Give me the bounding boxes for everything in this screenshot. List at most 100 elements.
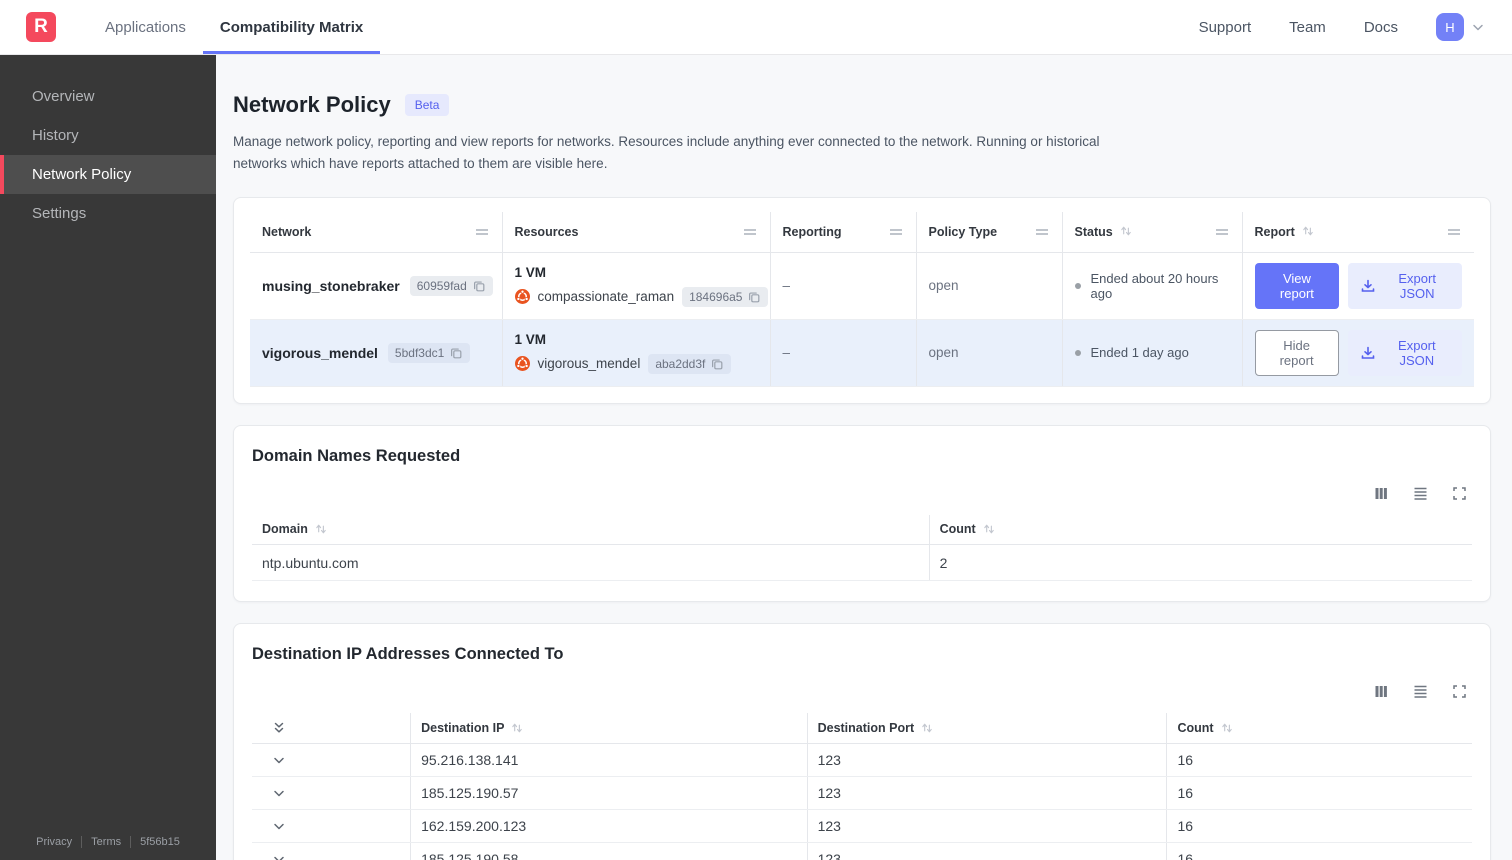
sort-icon[interactable] [1220,721,1235,736]
domains-table: Domain Count ntp.ubuntu.com 2 [252,514,1472,582]
col-header-expander [252,713,412,745]
privacy-link[interactable]: Privacy [36,836,72,848]
expand-row-icon[interactable] [262,785,400,801]
copy-icon[interactable] [449,346,463,360]
column-drag-handle-icon[interactable] [888,224,904,240]
nav-link-support[interactable]: Support [1199,19,1252,36]
destination-port-value: 123 [807,743,1168,778]
col-header-count: Count [1166,713,1472,745]
avatar[interactable]: H [1436,13,1464,41]
beta-badge: Beta [404,94,450,116]
expand-all-icon[interactable] [262,720,400,736]
status-text: Ended 1 day ago [1090,345,1189,361]
col-header-report: Report [1242,211,1474,253]
ubuntu-icon [514,356,530,372]
col-header-count: Count [929,514,1472,546]
table-row: musing_stonebraker 60959fad 1 VM compass… [250,252,1474,320]
sidebar-item-settings[interactable]: Settings [0,194,216,233]
domain-value: ntp.ubuntu.com [252,544,930,582]
destinations-table: Destination IP Destination Port Count 95… [252,713,1472,860]
sort-icon[interactable] [1301,224,1316,239]
column-drag-handle-icon[interactable] [1446,224,1462,240]
column-view-icon[interactable] [1373,683,1390,700]
row-view-icon[interactable] [1412,683,1429,700]
resource-summary: 1 VM [514,264,547,280]
resource-name: vigorous_mendel [537,356,641,372]
resource-id-badge: aba2dd3f [648,353,732,374]
status: Ended about 20 hours ago [1074,270,1230,301]
main-content: Network Policy Beta Manage network polic… [216,55,1512,860]
copy-icon[interactable] [472,279,486,293]
sort-icon[interactable] [982,522,997,537]
terms-link[interactable]: Terms [91,836,121,848]
fullscreen-icon[interactable] [1451,485,1468,502]
network-name: musing_stonebraker [262,277,400,294]
destination-port-value: 123 [807,842,1168,860]
policy-type-value: open [916,319,1063,387]
nav-link-docs[interactable]: Docs [1364,19,1398,36]
expand-row-icon[interactable] [262,818,400,834]
status-dot-icon [1074,282,1081,289]
fullscreen-icon[interactable] [1451,683,1468,700]
destination-port-value: 123 [807,809,1168,844]
col-header-network: Network [250,211,503,253]
export-json-button[interactable]: Export JSON [1348,262,1462,309]
col-header-domain: Domain [252,514,930,546]
column-drag-handle-icon[interactable] [1034,224,1050,240]
resource-name: compassionate_raman [537,289,675,305]
table-toolbar [252,683,1468,700]
app-logo[interactable]: R [26,12,56,42]
count-value: 16 [1166,842,1472,860]
status-dot-icon [1074,349,1081,356]
col-header-status: Status [1062,211,1243,253]
divider [81,836,83,848]
ubuntu-icon [514,289,530,305]
column-view-icon[interactable] [1373,485,1390,502]
sidebar-item-overview[interactable]: Overview [0,77,216,116]
resource-id-badge: 184696a5 [682,286,769,307]
reporting-value: – [770,252,917,320]
navbar-right: Support Team Docs H [1199,0,1512,54]
table-toolbar [252,485,1468,502]
primary-tabs: Applications Compatibility Matrix [88,0,381,54]
network-name: vigorous_mendel [262,344,378,361]
nav-link-team[interactable]: Team [1289,19,1326,36]
count-value: 16 [1166,809,1472,844]
table-row: 185.125.190.57 123 16 [252,776,1472,811]
top-navbar: R Applications Compatibility Matrix Supp… [0,0,1512,55]
table-row-selected: vigorous_mendel 5bdf3dc1 1 VM vigorous_m… [250,319,1474,387]
column-drag-handle-icon[interactable] [742,224,758,240]
build-version: 5f56b15 [140,836,180,848]
sidebar-item-history[interactable]: History [0,116,216,155]
col-header-reporting: Reporting [770,211,917,253]
copy-icon[interactable] [710,357,724,371]
hide-report-button[interactable]: Hide report [1254,329,1339,376]
column-drag-handle-icon[interactable] [474,224,490,240]
table-row: 95.216.138.141 123 16 [252,743,1472,778]
download-icon [1360,278,1376,294]
expand-row-icon[interactable] [262,851,400,860]
sidebar-item-network-policy[interactable]: Network Policy [0,155,216,194]
count-value: 16 [1166,743,1472,778]
user-menu[interactable]: H [1436,13,1486,41]
sort-icon[interactable] [314,522,329,537]
tab-applications[interactable]: Applications [88,0,203,54]
page-title: Network Policy [233,92,391,117]
row-view-icon[interactable] [1412,485,1429,502]
sort-icon[interactable] [920,721,935,736]
sort-icon[interactable] [510,721,525,736]
column-drag-handle-icon[interactable] [1214,224,1230,240]
export-json-button[interactable]: Export JSON [1347,329,1462,376]
sort-icon[interactable] [1119,224,1134,239]
network-id-badge: 60959fad [409,275,493,296]
status-text: Ended about 20 hours ago [1090,270,1219,301]
status: Ended 1 day ago [1074,345,1230,361]
view-report-button[interactable]: View report [1254,262,1340,309]
expand-row-icon[interactable] [262,752,400,768]
copy-icon[interactable] [747,290,761,304]
sidebar-footer: Privacy Terms 5f56b15 [0,822,216,860]
tab-compatibility-matrix[interactable]: Compatibility Matrix [202,0,381,54]
domains-card: Domain Names Requested Domain Count ntp.… [233,424,1491,603]
table-row: ntp.ubuntu.com 2 [252,544,1472,582]
domains-card-title: Domain Names Requested [252,446,461,465]
